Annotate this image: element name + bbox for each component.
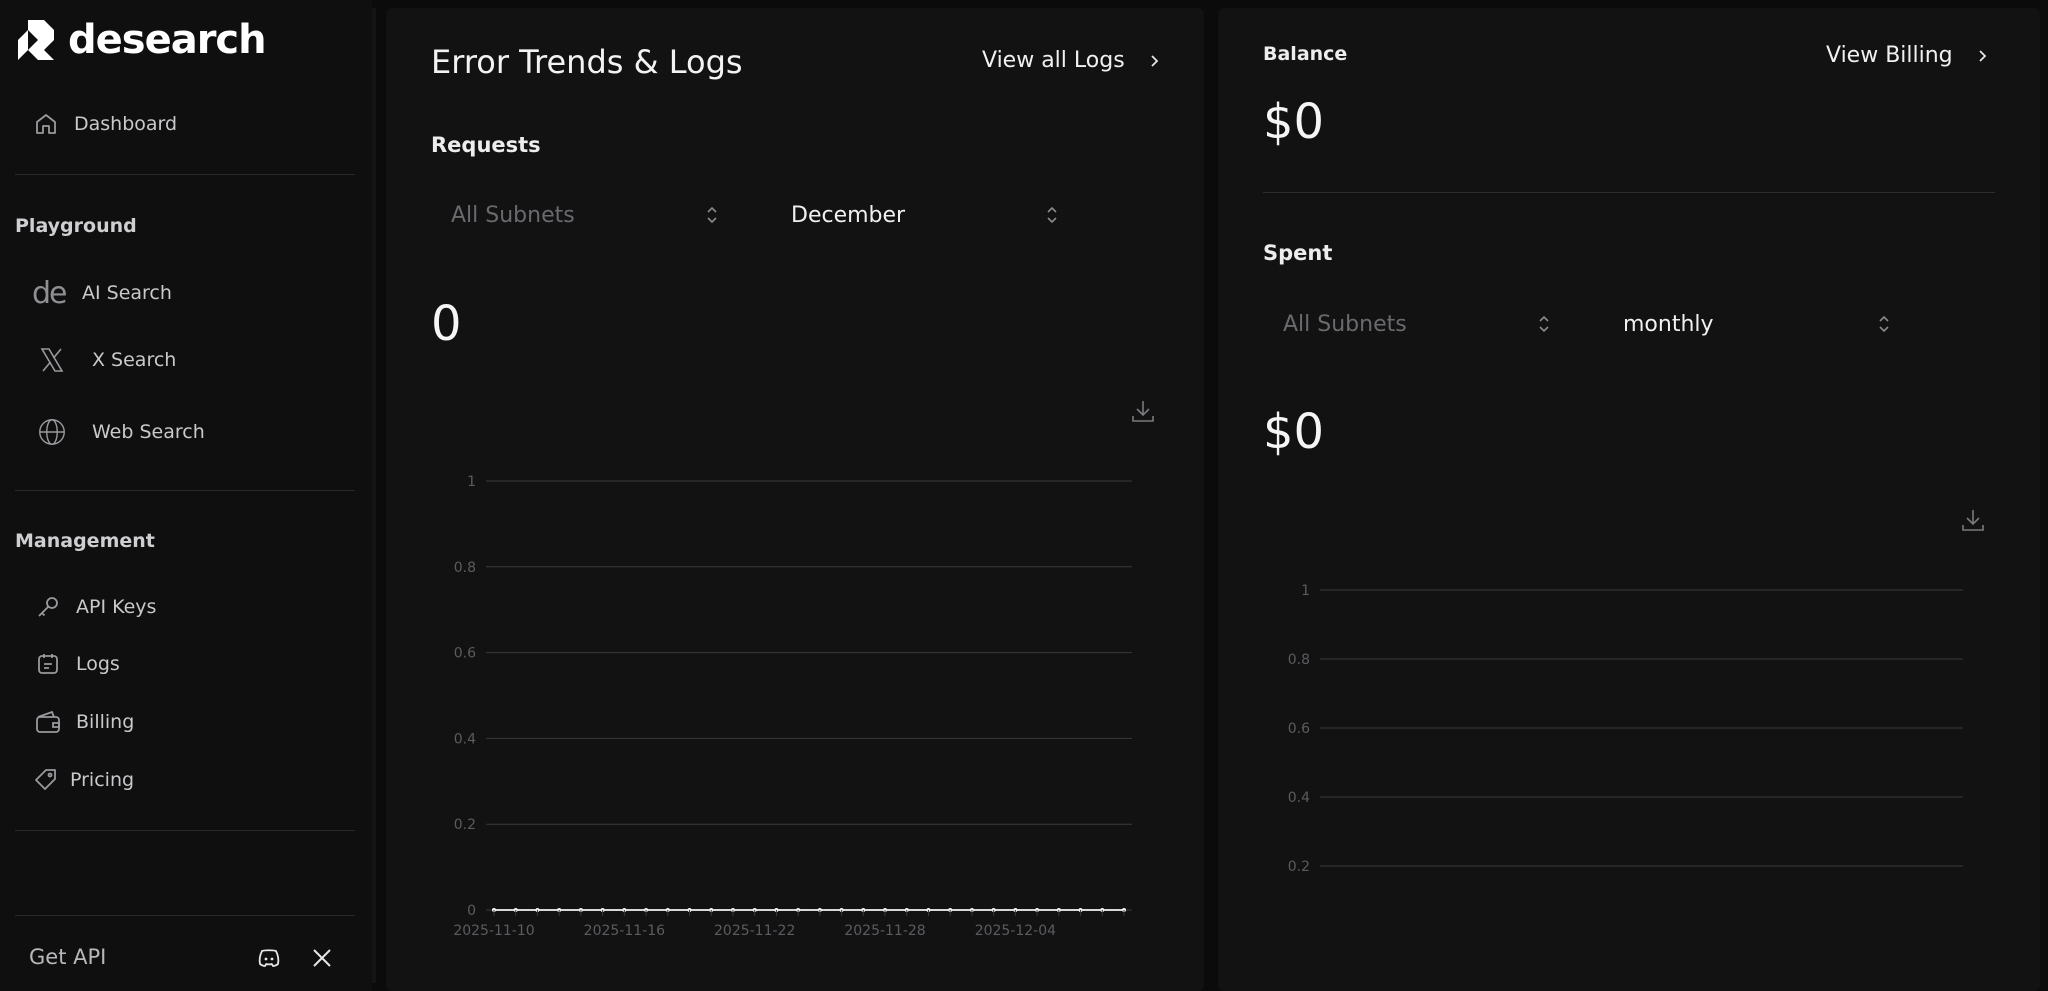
de-logo-icon: de: [32, 278, 76, 308]
view-billing-link[interactable]: View Billing: [1826, 43, 1989, 68]
x-tick-label: 2025-11-22: [714, 923, 795, 939]
sidebar-item-pricing[interactable]: Pricing: [32, 766, 134, 794]
x-logo-icon: [38, 346, 66, 374]
sidebar-item-x-search[interactable]: X Search: [38, 346, 176, 374]
download-icon[interactable]: [1130, 398, 1156, 424]
panel-title: Error Trends & Logs: [431, 43, 743, 81]
divider: [15, 174, 355, 175]
period-select[interactable]: monthly: [1603, 302, 1903, 346]
sidebar-item-label: Pricing: [70, 769, 135, 791]
billing-panel: Balance View Billing $0 Spent All Subnet…: [1218, 8, 2040, 991]
sidebar-item-dashboard[interactable]: Dashboard: [32, 110, 177, 138]
x-logo-icon[interactable]: [308, 944, 336, 972]
brand-name: desearch: [68, 17, 267, 63]
view-all-logs-link[interactable]: View all Logs: [982, 48, 1161, 73]
section-title-management: Management: [15, 530, 155, 552]
month-select-value: December: [791, 202, 906, 228]
divider: [15, 915, 355, 916]
spent-value: $0: [1263, 404, 1325, 460]
x-tick-label: 2025-12-04: [975, 923, 1056, 939]
sidebar-item-billing[interactable]: Billing: [34, 708, 134, 736]
globe-icon: [38, 418, 66, 446]
x-tick-label: 2025-11-16: [584, 923, 665, 939]
view-billing-label: View Billing: [1826, 43, 1953, 68]
desearch-logo-icon: [18, 20, 54, 60]
error-trends-panel: Error Trends & Logs View all Logs Reques…: [386, 8, 1204, 991]
home-icon: [32, 110, 60, 138]
divider: [15, 830, 355, 831]
brand[interactable]: desearch: [14, 17, 267, 63]
sidebar-item-label: AI Search: [82, 282, 172, 304]
requests-chart: 0 0.2 0.4 0.6 0.8 1 2025-11-10 2025-11-16 2025-1…: [453, 474, 1132, 939]
sidebar-item-label: API Keys: [76, 596, 157, 618]
y-tick-label: 0.4: [454, 731, 476, 747]
sidebar-border: [372, 8, 376, 983]
period-select-value: monthly: [1623, 311, 1714, 337]
sidebar-item-label: X Search: [92, 349, 177, 371]
section-title-playground: Playground: [15, 215, 137, 237]
calendar-list-icon: [34, 650, 62, 678]
download-icon[interactable]: [1960, 507, 1986, 533]
chevron-up-down-icon: [1047, 206, 1057, 224]
key-icon: [34, 593, 62, 621]
month-select[interactable]: December: [771, 193, 1071, 237]
sidebar-item-logs[interactable]: Logs: [34, 650, 120, 678]
discord-icon[interactable]: [255, 944, 283, 972]
subnet-select-value: All Subnets: [1283, 311, 1407, 337]
y-tick-label: 0.6: [1288, 721, 1310, 737]
sidebar-item-ai-search[interactable]: de AI Search: [32, 278, 172, 308]
y-tick-label: 1: [467, 474, 476, 490]
chevron-up-down-icon: [1539, 315, 1549, 333]
requests-label: Requests: [431, 133, 541, 157]
sidebar-item-label: Logs: [76, 653, 120, 675]
y-tick-label: 0.4: [1288, 790, 1310, 806]
divider: [15, 490, 355, 491]
y-tick-label: 0: [467, 903, 476, 919]
view-all-logs-label: View all Logs: [982, 48, 1125, 73]
y-tick-label: 0.2: [454, 817, 476, 833]
sidebar: desearch Dashboard Playground de AI Sear…: [0, 0, 372, 991]
x-tick-label: 2025-11-10: [453, 923, 534, 939]
spent-chart: 0.2 0.4 0.6 0.8 1: [1288, 583, 1963, 875]
chevron-up-down-icon: [1879, 315, 1889, 333]
balance-value: $0: [1263, 94, 1325, 150]
tag-icon: [32, 766, 60, 794]
requests-total: 0: [431, 296, 462, 352]
wallet-icon: [34, 708, 62, 736]
balance-label: Balance: [1263, 43, 1348, 65]
svg-text:de: de: [32, 278, 66, 308]
subnet-select[interactable]: All Subnets: [431, 193, 731, 237]
y-tick-label: 0.8: [1288, 652, 1310, 668]
sidebar-item-api-keys[interactable]: API Keys: [34, 593, 156, 621]
y-tick-label: 0.2: [1288, 859, 1310, 875]
subnet-select-value: All Subnets: [451, 202, 575, 228]
x-tick-label: 2025-11-28: [844, 923, 925, 939]
y-tick-label: 0.6: [454, 646, 476, 662]
sidebar-item-label: Web Search: [92, 421, 205, 443]
y-tick-label: 0.8: [454, 560, 476, 576]
app-root: desearch Dashboard Playground de AI Sear…: [0, 0, 2048, 991]
subnet-select[interactable]: All Subnets: [1263, 302, 1563, 346]
sidebar-item-label: Billing: [76, 711, 135, 733]
chevron-right-icon: [1151, 54, 1158, 67]
get-api-link[interactable]: Get API: [29, 945, 106, 969]
sidebar-item-web-search[interactable]: Web Search: [38, 418, 205, 446]
y-tick-label: 1: [1301, 583, 1310, 599]
sidebar-item-label: Dashboard: [74, 113, 178, 135]
spent-label: Spent: [1263, 241, 1333, 265]
divider: [1263, 192, 1995, 193]
chevron-right-icon: [1979, 49, 1986, 62]
chevron-up-down-icon: [707, 206, 717, 224]
